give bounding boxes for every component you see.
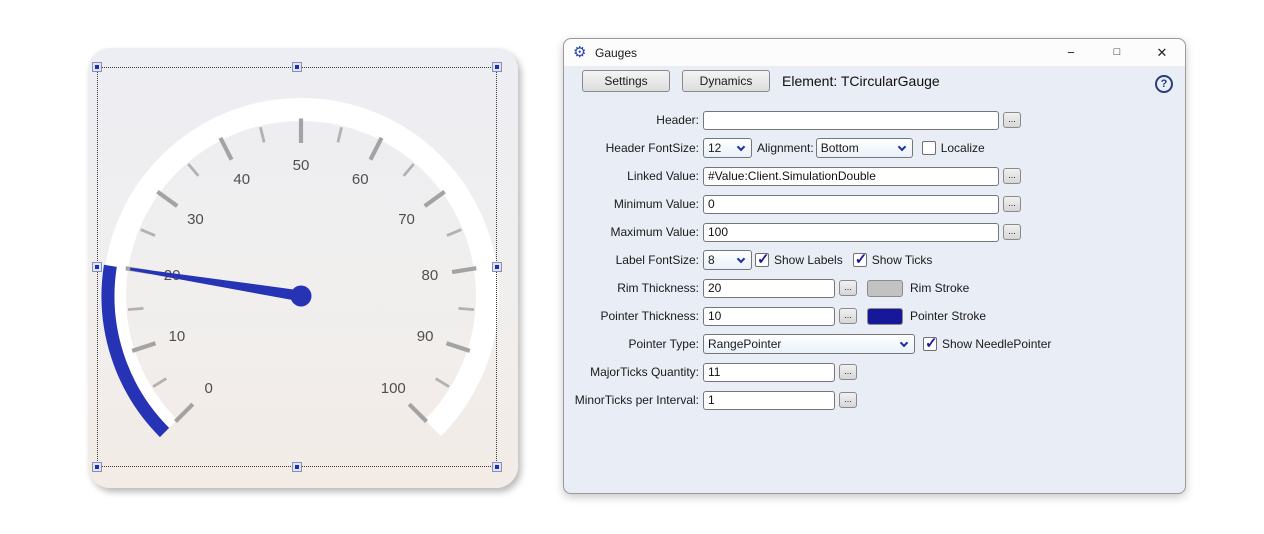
selection-handle-middle-right[interactable] [492, 262, 502, 272]
header-ellipsis-button[interactable]: ... [1003, 112, 1021, 128]
maximum-value-ellipsis-button[interactable]: ... [1003, 224, 1021, 240]
header-fontsize-select[interactable]: 12 [703, 138, 752, 158]
maximize-button[interactable]: □ [1100, 39, 1134, 67]
show-ticks-checkbox-label: Show Ticks [872, 253, 933, 267]
selection-handle-top-center[interactable] [292, 62, 302, 72]
maximum-value-input[interactable] [703, 223, 999, 242]
minimize-button[interactable]: − [1054, 39, 1088, 67]
dialog-titlebar[interactable]: ⚙ Gauges − □ ✕ [564, 39, 1185, 67]
linked-value-input[interactable] [703, 167, 999, 186]
localize-checkbox[interactable] [922, 141, 936, 155]
pointer-stroke-swatch[interactable] [867, 308, 903, 325]
header-fontsize-label: Header FontSize: [564, 141, 703, 155]
minimum-value-input[interactable] [703, 195, 999, 214]
chevron-down-icon [737, 254, 745, 262]
label-fontsize-select[interactable]: 8 [703, 250, 752, 270]
settings-button[interactable]: Settings [582, 70, 670, 92]
maximum-value-label: Maximum Value: [564, 225, 703, 239]
selection-handle-bottom-right[interactable] [492, 462, 502, 472]
chevron-down-icon [900, 338, 908, 346]
selection-border [97, 67, 497, 467]
chevron-down-icon [897, 142, 905, 150]
selection-handle-bottom-left[interactable] [92, 462, 102, 472]
gauges-dialog: ⚙ Gauges − □ ✕ Settings Dynamics Element… [563, 38, 1186, 494]
linked-value-ellipsis-button[interactable]: ... [1003, 168, 1021, 184]
help-icon[interactable]: ? [1155, 75, 1173, 93]
pointer-type-label: Pointer Type: [564, 337, 703, 351]
show-labels-checkbox-label: Show Labels [774, 253, 843, 267]
minorticks-interval-label: MinorTicks per Interval: [564, 393, 703, 407]
rim-stroke-label: Rim Stroke [910, 281, 969, 295]
minimum-value-ellipsis-button[interactable]: ... [1003, 196, 1021, 212]
alignment-label: Alignment: [757, 141, 814, 155]
selection-handle-bottom-center[interactable] [292, 462, 302, 472]
label-fontsize-label: Label FontSize: [564, 253, 703, 267]
show-ticks-checkbox[interactable] [853, 253, 867, 267]
majorticks-quantity-label: MajorTicks Quantity: [564, 365, 703, 379]
gear-icon: ⚙ [573, 43, 586, 61]
dialog-title: Gauges [595, 46, 637, 60]
pointer-thickness-input[interactable] [703, 307, 835, 326]
pointer-stroke-label: Pointer Stroke [910, 309, 986, 323]
rim-thickness-label: Rim Thickness: [564, 281, 703, 295]
rim-stroke-swatch[interactable] [867, 280, 903, 297]
show-needlepointer-checkbox-label: Show NeedlePointer [942, 337, 1051, 351]
close-button[interactable]: ✕ [1145, 39, 1179, 67]
pointer-thickness-label: Pointer Thickness: [564, 309, 703, 323]
rim-thickness-ellipsis-button[interactable]: ... [839, 280, 857, 296]
minimum-value-label: Minimum Value: [564, 197, 703, 211]
selection-handle-top-right[interactable] [492, 62, 502, 72]
gauge-widget-panel[interactable]: 0102030405060708090100 [88, 48, 518, 488]
dynamics-button[interactable]: Dynamics [682, 70, 770, 92]
majorticks-quantity-input[interactable] [703, 363, 835, 382]
minorticks-ellipsis-button[interactable]: ... [839, 392, 857, 408]
selection-handle-middle-left[interactable] [92, 262, 102, 272]
show-needlepointer-checkbox[interactable] [923, 337, 937, 351]
linked-value-label: Linked Value: [564, 169, 703, 183]
minorticks-interval-input[interactable] [703, 391, 835, 410]
pointer-type-select[interactable]: RangePointer [703, 334, 915, 354]
chevron-down-icon [737, 142, 745, 150]
alignment-select[interactable]: Bottom [816, 138, 913, 158]
element-type-label: Element: TCircularGauge [782, 73, 940, 89]
pointer-thickness-ellipsis-button[interactable]: ... [839, 308, 857, 324]
header-input[interactable] [703, 111, 999, 130]
majorticks-ellipsis-button[interactable]: ... [839, 364, 857, 380]
show-labels-checkbox[interactable] [755, 253, 769, 267]
header-label: Header: [564, 113, 703, 127]
localize-checkbox-label: Localize [941, 141, 985, 155]
rim-thickness-input[interactable] [703, 279, 835, 298]
selection-handle-top-left[interactable] [92, 62, 102, 72]
